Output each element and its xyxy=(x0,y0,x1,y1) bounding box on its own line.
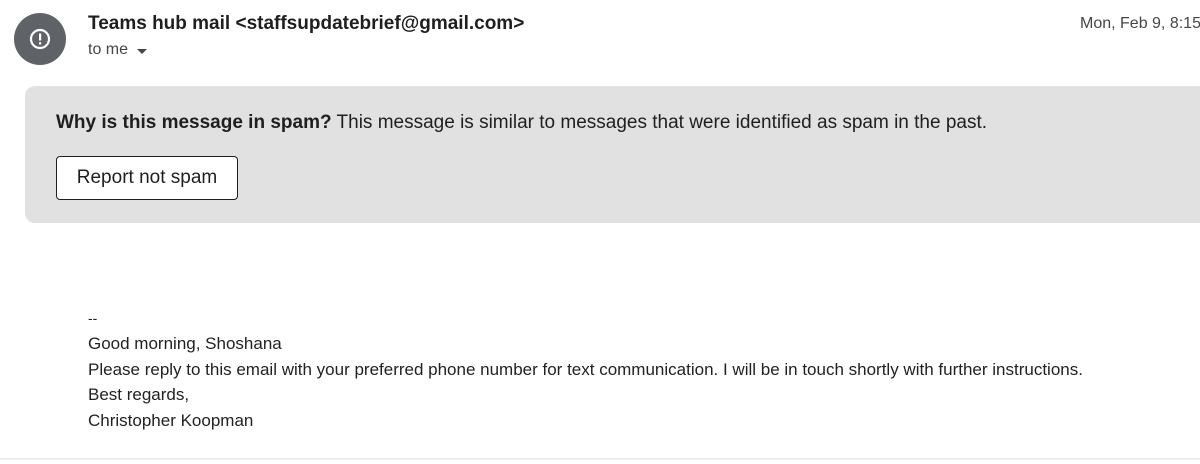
spam-reason-text: Why is this message in spam? This messag… xyxy=(56,112,987,134)
sender-name: Teams hub mail xyxy=(88,13,231,34)
sender-line: Teams hub mail <staffsupdatebrief@gmail.… xyxy=(88,13,524,35)
sender-avatar[interactable] xyxy=(14,13,66,65)
body-separator: -- xyxy=(88,310,98,326)
body-line: Good morning, Shoshana xyxy=(88,334,282,353)
body-line: Please reply to this email with your pre… xyxy=(88,359,1083,379)
spam-explanation: This message is similar to messages that… xyxy=(336,112,988,133)
report-not-spam-button[interactable]: Report not spam xyxy=(56,156,238,200)
sender-address: <staffsupdatebrief@gmail.com> xyxy=(235,13,525,34)
divider xyxy=(0,458,1200,460)
message-date: Mon, Feb 9, 8:15 A xyxy=(1080,15,1200,32)
email-view: Teams hub mail <staffsupdatebrief@gmail.… xyxy=(0,0,1200,464)
body-line: Christopher Koopman xyxy=(88,410,254,430)
body-line: Best regards, xyxy=(88,385,190,404)
spam-warning-banner: Why is this message in spam? This messag… xyxy=(25,86,1200,223)
recipient-label: to me xyxy=(88,41,129,58)
message-body: -- Good morning, Shoshana Please reply t… xyxy=(88,306,1083,433)
recipient-details-toggle[interactable]: to me xyxy=(88,41,148,59)
spam-question: Why is this message in spam? xyxy=(56,112,332,133)
chevron-down-icon[interactable] xyxy=(137,48,148,54)
alert-circle-icon xyxy=(29,28,51,50)
